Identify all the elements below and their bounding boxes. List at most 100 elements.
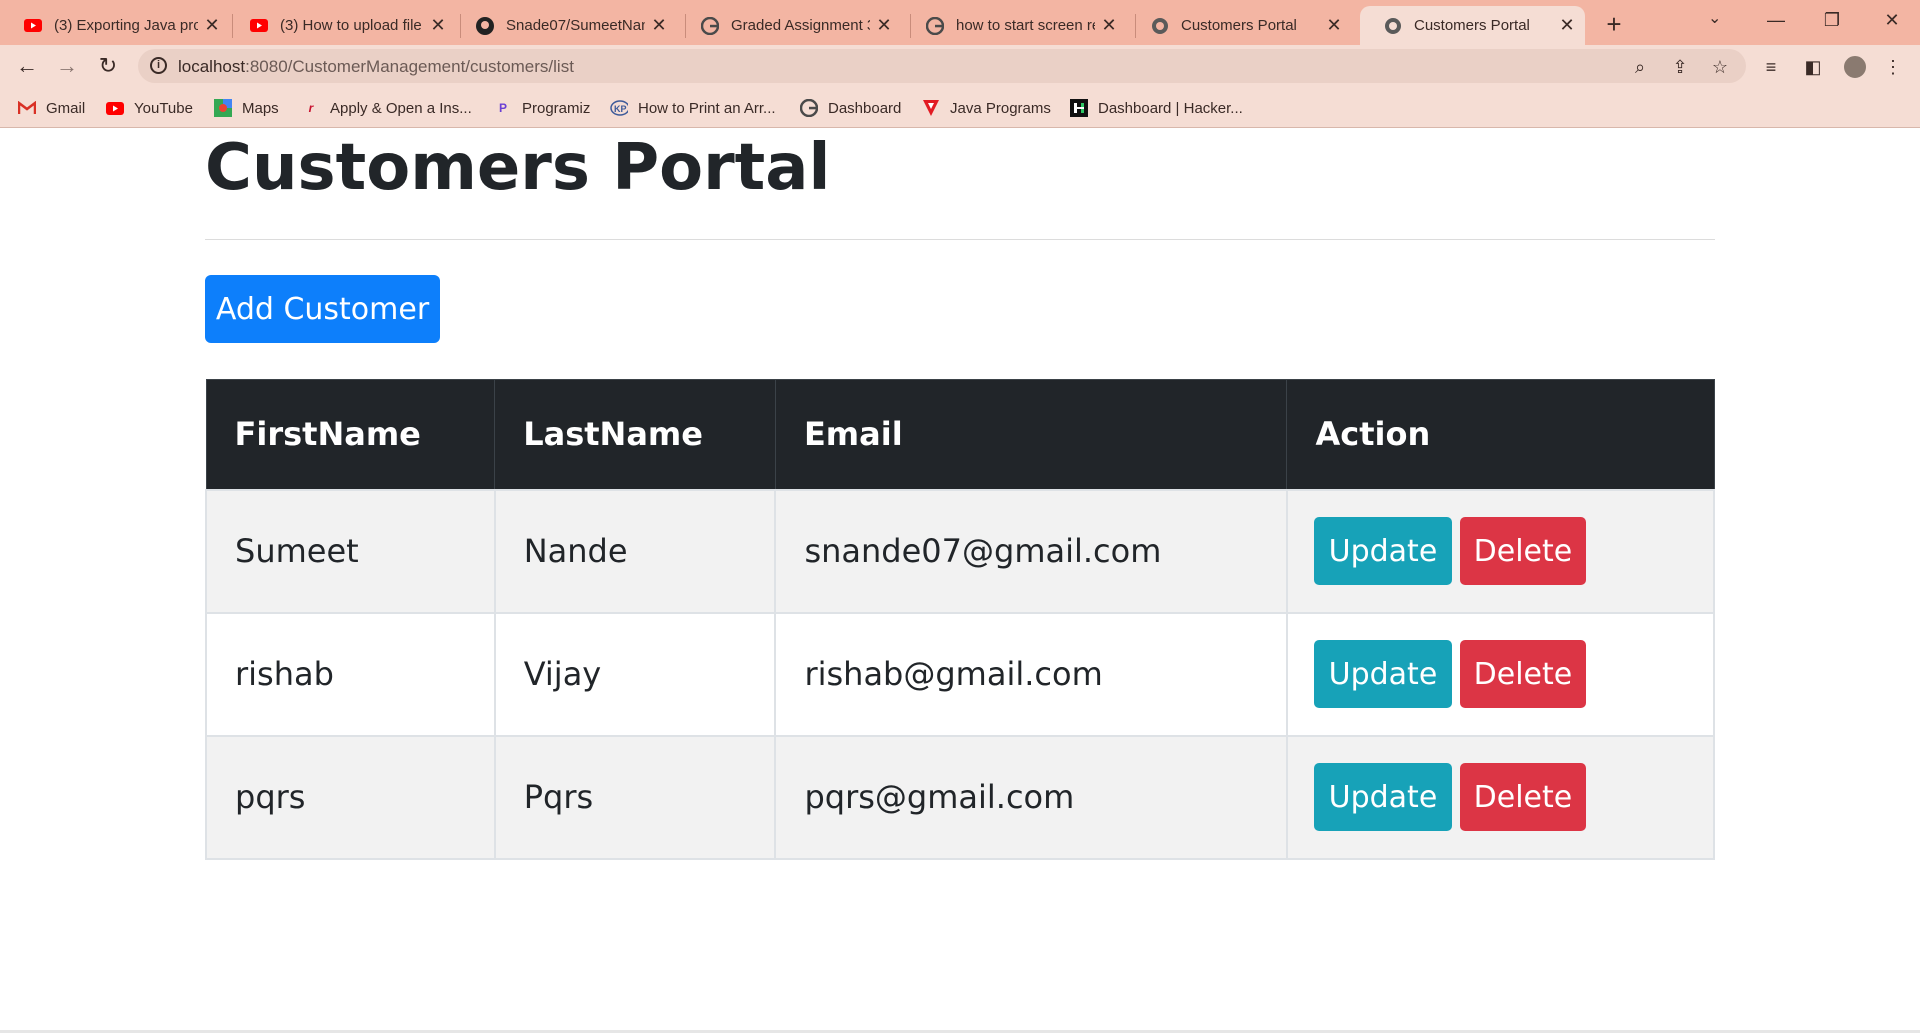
update-button[interactable]: Update	[1313, 763, 1452, 831]
cell-lastname: Pqrs	[493, 734, 777, 860]
new-tab-button[interactable]: +	[1598, 8, 1630, 40]
media-queue-icon[interactable]: ≡	[1758, 55, 1784, 79]
page-content: Customers Portal Add Customer FirstName …	[0, 129, 1920, 1033]
browser-tab[interactable]: Customers Portal ✕	[1127, 6, 1352, 45]
url-path: :8080/CustomerManagement/customers/list	[245, 57, 574, 76]
svg-text:KP: KP	[614, 104, 627, 114]
browser-tab[interactable]: how to start screen re ✕	[902, 6, 1127, 45]
cell-lastname: Nande	[493, 488, 777, 614]
cell-firstname: Sumeet	[205, 488, 496, 614]
github-icon	[476, 16, 494, 35]
kp-icon: KP	[610, 99, 628, 117]
reload-button[interactable]: ↻	[93, 51, 123, 81]
close-icon[interactable]: ✕	[430, 15, 446, 36]
bookmark-label: Apply & Open a Ins...	[330, 99, 472, 117]
cell-email: pqrs@gmail.com	[774, 734, 1288, 860]
bookmark-label: How to Print an Arr...	[638, 99, 776, 117]
bookmark-star-icon[interactable]: ☆	[1708, 55, 1732, 79]
bookmark-label: Java Programs	[950, 99, 1051, 117]
page-title: Customers Portal	[205, 131, 831, 205]
tab-title: Graded Assignment 3	[731, 17, 870, 34]
table-header-row: FirstName LastName Email Action	[205, 379, 1715, 490]
tab-title: Customers Portal	[1414, 17, 1530, 34]
cell-email: rishab@gmail.com	[774, 611, 1288, 737]
cell-email: snande07@gmail.com	[774, 488, 1288, 614]
side-panel-icon[interactable]: ◧	[1800, 55, 1826, 79]
bookmarks-bar: Gmail YouTube Maps r Apply & Open a Ins.…	[0, 88, 1920, 128]
bookmark-label: YouTube	[134, 99, 193, 117]
close-icon[interactable]: ✕	[1559, 15, 1575, 36]
forward-button[interactable]: →	[52, 51, 82, 81]
url-text[interactable]: localhost:8080/CustomerManagement/custom…	[178, 57, 574, 77]
bookmark-programiz[interactable]: P Programiz	[494, 97, 590, 119]
browser-tab-active[interactable]: Customers Portal ✕	[1360, 6, 1585, 45]
bookmark-java-programs[interactable]: Java Programs	[922, 97, 1051, 119]
tab-title: Customers Portal	[1181, 17, 1297, 34]
bookmark-label: Programiz	[522, 99, 591, 117]
add-customer-button[interactable]: Add Customer	[205, 275, 440, 343]
update-button[interactable]: Update	[1313, 517, 1452, 585]
maps-icon	[214, 99, 232, 117]
youtube-icon	[250, 17, 268, 35]
share-icon[interactable]: ⇪	[1668, 55, 1692, 79]
tpoint-icon	[922, 99, 940, 117]
table-row: pqrs Pqrs pqrs@gmail.com Update Delete	[205, 734, 1716, 860]
update-button[interactable]: Update	[1313, 640, 1452, 708]
youtube-icon	[106, 99, 124, 117]
hackerrank-icon	[1070, 99, 1088, 117]
close-icon[interactable]: ✕	[651, 15, 667, 36]
google-icon	[926, 16, 944, 35]
table-row: Sumeet Nande snande07@gmail.com Update De…	[205, 488, 1716, 614]
tab-search-icon[interactable]: ⌄	[1708, 8, 1721, 28]
cell-action: Update Delete	[1285, 734, 1716, 860]
column-header-email: Email	[774, 379, 1288, 490]
bookmark-gmail[interactable]: Gmail	[18, 97, 85, 119]
delete-button[interactable]: Delete	[1459, 517, 1586, 585]
bookmark-youtube[interactable]: YouTube	[106, 97, 193, 119]
tab-title: (3) Exporting Java pro	[54, 17, 198, 34]
gmail-icon	[18, 99, 36, 117]
address-bar[interactable]: i localhost:8080/CustomerManagement/cust…	[138, 49, 1746, 83]
browser-toolbar: ← → ↻ i localhost:8080/CustomerManagemen…	[0, 45, 1920, 88]
bookmark-bank[interactable]: r Apply & Open a Ins...	[302, 97, 472, 119]
google-icon	[800, 99, 818, 117]
globe-icon	[1384, 17, 1402, 35]
google-icon	[701, 16, 719, 35]
bookmark-hackerrank[interactable]: Dashboard | Hacker...	[1070, 97, 1243, 119]
minimize-button[interactable]: —	[1748, 4, 1804, 36]
zoom-icon[interactable]: ⌕	[1628, 55, 1652, 79]
site-info-icon[interactable]: i	[150, 57, 167, 74]
browser-tab[interactable]: Snade07/SumeetNand ✕	[452, 6, 677, 45]
close-icon[interactable]: ✕	[1101, 15, 1117, 36]
close-icon[interactable]: ✕	[876, 15, 892, 36]
browser-tab[interactable]: (3) How to upload file ✕	[226, 6, 456, 45]
cell-lastname: Vijay	[493, 611, 777, 737]
bookmark-label: Gmail	[46, 99, 86, 117]
column-header-firstname: FirstName	[205, 379, 496, 490]
bookmark-kp[interactable]: KP How to Print an Arr...	[610, 97, 776, 119]
column-header-lastname: LastName	[494, 379, 776, 490]
bookmark-dashboard[interactable]: Dashboard	[800, 97, 901, 119]
bookmark-label: Dashboard | Hacker...	[1098, 99, 1243, 117]
close-window-button[interactable]: ✕	[1864, 4, 1920, 36]
browser-tab[interactable]: Graded Assignment 3 ✕	[677, 6, 902, 45]
close-icon[interactable]: ✕	[204, 15, 220, 36]
delete-button[interactable]: Delete	[1459, 763, 1586, 831]
tab-title: (3) How to upload file	[280, 17, 422, 34]
tab-strip: (3) Exporting Java pro ✕ (3) How to uplo…	[0, 0, 1920, 45]
browser-tab[interactable]: (3) Exporting Java pro ✕	[0, 6, 230, 45]
close-icon[interactable]: ✕	[1326, 15, 1342, 36]
avatar[interactable]	[1842, 54, 1868, 80]
menu-icon[interactable]: ⋮	[1880, 55, 1906, 79]
delete-button[interactable]: Delete	[1459, 640, 1586, 708]
restore-button[interactable]: ❐	[1804, 4, 1860, 36]
tab-title: how to start screen re	[956, 17, 1095, 34]
divider	[205, 239, 1715, 240]
url-host: localhost	[178, 57, 246, 76]
bookmark-label: Maps	[242, 99, 279, 117]
bookmark-label: Dashboard	[828, 99, 902, 117]
back-button[interactable]: ←	[12, 51, 42, 81]
bank-icon: r	[308, 101, 314, 115]
bookmark-maps[interactable]: Maps	[214, 97, 279, 119]
programiz-icon: P	[498, 101, 507, 115]
